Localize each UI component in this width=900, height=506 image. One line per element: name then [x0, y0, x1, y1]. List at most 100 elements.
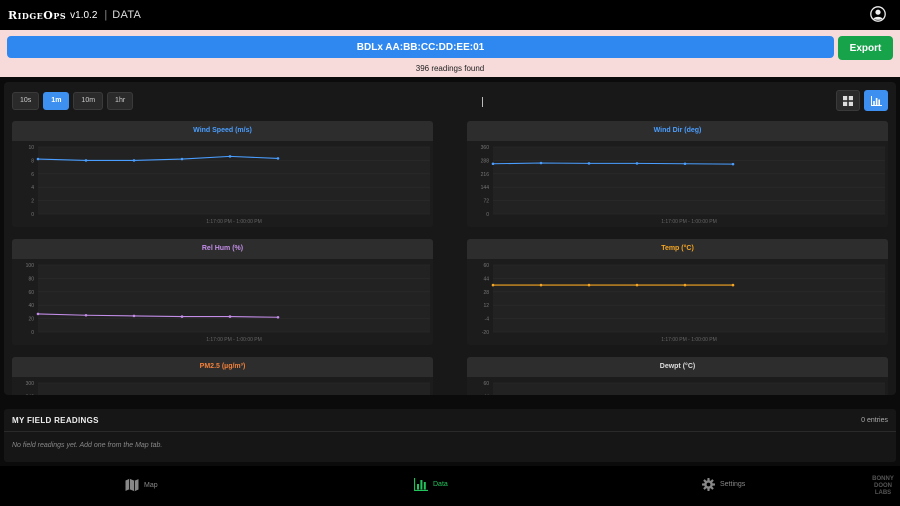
y-tick-label: 288: [481, 158, 490, 164]
data-point[interactable]: [491, 162, 495, 166]
x-axis-time-label: 1:17:00 PM - 1:00:00 PM: [206, 219, 262, 225]
x-axis-time-label: 1:17:00 PM - 1:00:00 PM: [661, 219, 717, 225]
y-tick-label: -4: [485, 317, 490, 323]
chart-card-temp: Temp (°C) 60 44 28 12 -4 -20 1:17:00 PM - 1:00…: [467, 239, 888, 345]
y-tick-label: 44: [483, 394, 489, 395]
plot-area: [493, 383, 885, 395]
user-circle-icon[interactable]: [870, 6, 886, 22]
bar-chart-icon: [414, 478, 428, 491]
y-tick-label: 216: [481, 172, 490, 178]
y-tick-label: 12: [483, 303, 489, 309]
data-point[interactable]: [84, 313, 88, 317]
app-version: v1.0.2: [70, 9, 98, 21]
plot-area: [493, 265, 885, 332]
y-tick-label: 60: [483, 381, 489, 387]
plot-area: [493, 147, 885, 214]
x-axis-time-label: 1:17:00 PM - 1:00:00 PM: [661, 337, 717, 343]
nav-label-data: Data: [433, 481, 448, 488]
logo-line: DOON: [874, 483, 892, 489]
chart-card-wind-speed: Wind Speed (m/s) 10 8 6 4 2 0 1:17:00 PM - 1:0…: [12, 121, 433, 227]
data-point[interactable]: [683, 283, 687, 287]
chart-card-rel-hum: Rel Hum (%) 100 80 60 40 20 0 1:17:00 PM - 1:0…: [12, 239, 433, 345]
range-button-1hr[interactable]: 1hr: [107, 92, 134, 110]
chart-view-button[interactable]: [864, 90, 888, 111]
chart-card-wind-dir: Wind Dir (deg) 360 288 216 144 72 0 1:17:00 PM…: [467, 121, 888, 227]
y-tick-label: -20: [482, 330, 489, 336]
divider: [4, 431, 896, 432]
export-button[interactable]: Export: [838, 36, 893, 60]
data-point[interactable]: [36, 312, 40, 316]
y-tick-label: 44: [483, 276, 489, 282]
y-tick-label: 240: [26, 394, 35, 395]
data-point[interactable]: [132, 314, 136, 318]
time-range-selector: 10s 1m 10m 1hr: [12, 92, 134, 110]
range-button-1m[interactable]: 1m: [43, 92, 70, 110]
data-panel: 10s 1m 10m 1hr Wind Speed (m/s) 10 8 6 4…: [4, 82, 896, 395]
y-tick-label: 100: [26, 263, 35, 269]
chart-title: PM2.5 (µg/m³): [12, 357, 433, 377]
nav-item-settings[interactable]: Settings: [702, 478, 745, 491]
y-tick-label: 300: [26, 381, 35, 387]
data-point[interactable]: [180, 315, 184, 318]
data-point[interactable]: [587, 283, 591, 287]
range-button-10m[interactable]: 10m: [73, 92, 104, 110]
map-icon: [125, 478, 139, 492]
data-point[interactable]: [731, 283, 735, 287]
data-point[interactable]: [635, 283, 639, 287]
nav-label-settings: Settings: [720, 481, 746, 488]
data-point[interactable]: [635, 162, 639, 165]
chart-wind-dir: 360 288 216 144 72 0 1:17:00 PM - 1:00:00 PM: [481, 145, 885, 225]
range-button-10s[interactable]: 10s: [12, 92, 40, 110]
y-tick-label: 80: [28, 276, 34, 282]
data-point[interactable]: [683, 162, 687, 166]
y-tick-label: 0: [31, 212, 34, 218]
data-point[interactable]: [132, 159, 136, 162]
field-readings-count: 0 entries: [861, 417, 888, 424]
nav-label-map: Map: [144, 481, 158, 489]
y-tick-label: 4: [31, 185, 34, 191]
data-point[interactable]: [228, 315, 232, 318]
y-tick-label: 0: [31, 330, 34, 336]
field-readings-title: MY FIELD READINGS: [12, 416, 99, 425]
data-point[interactable]: [731, 162, 735, 166]
y-tick-label: 6: [31, 172, 34, 178]
nav-item-map[interactable]: Map: [125, 478, 158, 492]
y-tick-label: 144: [481, 185, 490, 191]
y-tick-label: 10: [28, 145, 34, 151]
y-tick-label: 8: [31, 158, 34, 164]
data-point[interactable]: [84, 159, 88, 162]
grid-view-button[interactable]: [836, 90, 860, 111]
device-banner: BDLx AA:BB:CC:DD:EE:01 Export 396 readin…: [0, 30, 900, 77]
chart-dewpt: 60 44: [483, 381, 885, 395]
logo-line: BONNY: [872, 476, 894, 482]
field-readings-empty: No field readings yet. Add one from the …: [12, 442, 163, 449]
logo-line: LABS: [874, 490, 892, 496]
gear-icon: [702, 478, 715, 491]
data-point[interactable]: [587, 162, 591, 165]
data-point[interactable]: [36, 157, 40, 161]
y-tick-label: 60: [28, 290, 34, 296]
field-readings-panel: MY FIELD READINGS 0 entries No field rea…: [4, 409, 896, 462]
chart-title: Rel Hum (%): [12, 239, 433, 259]
chart-title: Wind Dir (deg): [467, 121, 888, 141]
view-toggle: [836, 90, 888, 111]
data-point[interactable]: [539, 161, 543, 165]
header-separator: |: [104, 9, 108, 21]
y-tick-label: 28: [483, 290, 489, 296]
data-point[interactable]: [491, 283, 495, 287]
plot-area: [38, 383, 430, 395]
data-point[interactable]: [228, 155, 232, 158]
data-point[interactable]: [539, 283, 543, 287]
y-tick-label: 20: [28, 317, 34, 323]
app-root: RidgeOps v1.0.2 | DATA BDLx AA:BB:CC:DD:…: [0, 0, 900, 506]
device-select-button[interactable]: BDLx AA:BB:CC:DD:EE:01: [7, 36, 834, 58]
chart-card-pm25: PM2.5 (µg/m³) 300 240: [12, 357, 433, 395]
chart-title: Wind Speed (m/s): [12, 121, 433, 141]
data-point[interactable]: [276, 315, 280, 319]
data-point[interactable]: [276, 157, 280, 160]
brand-logo: RidgeOps: [8, 8, 67, 22]
text-cursor: [482, 97, 483, 107]
nav-item-data[interactable]: Data: [414, 478, 448, 491]
data-point[interactable]: [180, 157, 184, 161]
readings-count: 396 readings found: [415, 64, 485, 73]
